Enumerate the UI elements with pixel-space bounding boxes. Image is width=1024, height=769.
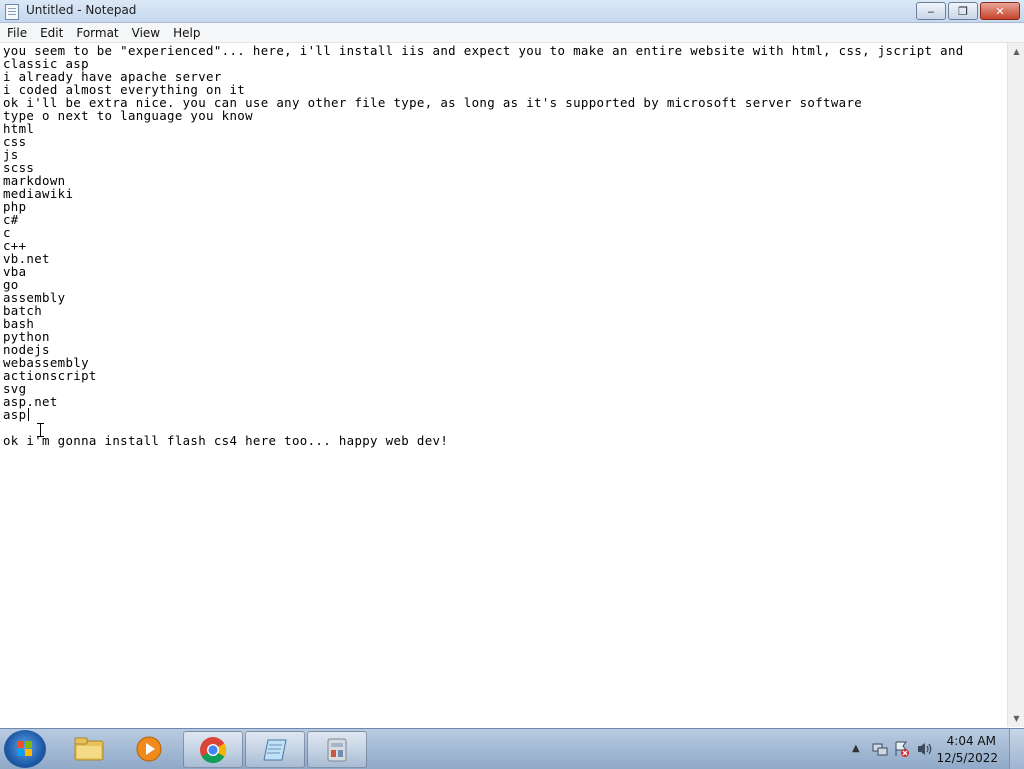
- menu-bar: File Edit Format View Help: [0, 23, 1024, 43]
- taskbar-explorer-button[interactable]: [60, 731, 118, 766]
- title-bar: Untitled - Notepad ‒ ❐ ✕: [0, 0, 1024, 23]
- network-icon[interactable]: [872, 741, 888, 757]
- scroll-up-icon[interactable]: ▲: [1008, 43, 1024, 60]
- window-controls: ‒ ❐ ✕: [914, 2, 1020, 20]
- chrome-icon: [200, 736, 227, 763]
- menu-edit[interactable]: Edit: [33, 23, 69, 42]
- scroll-down-icon[interactable]: ▼: [1008, 710, 1024, 727]
- start-button[interactable]: [4, 730, 46, 768]
- volume-icon[interactable]: [916, 741, 934, 757]
- text-caret: [28, 408, 29, 421]
- taskbar: ▲ 4:04 AM 12/5/2022: [0, 728, 1024, 769]
- menu-format[interactable]: Format: [69, 23, 124, 42]
- text-editor[interactable]: you seem to be "experienced"... here, i'…: [0, 43, 1007, 727]
- text-line: you seem to be "experienced"... here, i'…: [3, 43, 964, 58]
- folder-icon: [74, 737, 104, 760]
- taskbar-media-player-button[interactable]: [120, 731, 178, 766]
- control-panel-icon: [327, 738, 347, 761]
- menu-view[interactable]: View: [125, 23, 166, 42]
- taskbar-chrome-button[interactable]: [183, 731, 243, 768]
- system-tray: ▲ 4:04 AM 12/5/2022: [834, 729, 1024, 769]
- media-player-icon: [136, 736, 162, 761]
- show-hidden-icons-icon[interactable]: ▲: [852, 743, 860, 754]
- vertical-scrollbar[interactable]: ▲ ▼: [1007, 43, 1024, 727]
- notepad-icon: [5, 4, 19, 20]
- menu-help[interactable]: Help: [166, 23, 206, 42]
- minimize-button[interactable]: ‒: [916, 2, 946, 20]
- text-line: type o next to language you know: [3, 108, 253, 123]
- taskbar-control-panel-button[interactable]: [307, 731, 367, 768]
- text-line: asp: [3, 407, 27, 422]
- maximize-button[interactable]: ❐: [948, 2, 978, 20]
- ibeam-cursor-icon: [37, 423, 44, 437]
- windows-logo-icon: [17, 741, 33, 757]
- action-center-icon[interactable]: [894, 740, 910, 758]
- taskbar-notepad-button[interactable]: [245, 731, 305, 768]
- text-line: ok i'm gonna install flash cs4 here too.…: [3, 433, 449, 448]
- close-button[interactable]: ✕: [980, 2, 1020, 20]
- notepad-icon: [263, 739, 287, 760]
- clock-time[interactable]: 4:04 AM: [947, 734, 996, 748]
- show-desktop-button[interactable]: [1009, 729, 1024, 769]
- clock-date[interactable]: 12/5/2022: [936, 751, 998, 765]
- window-title: Untitled - Notepad: [26, 3, 137, 17]
- menu-file[interactable]: File: [0, 23, 33, 42]
